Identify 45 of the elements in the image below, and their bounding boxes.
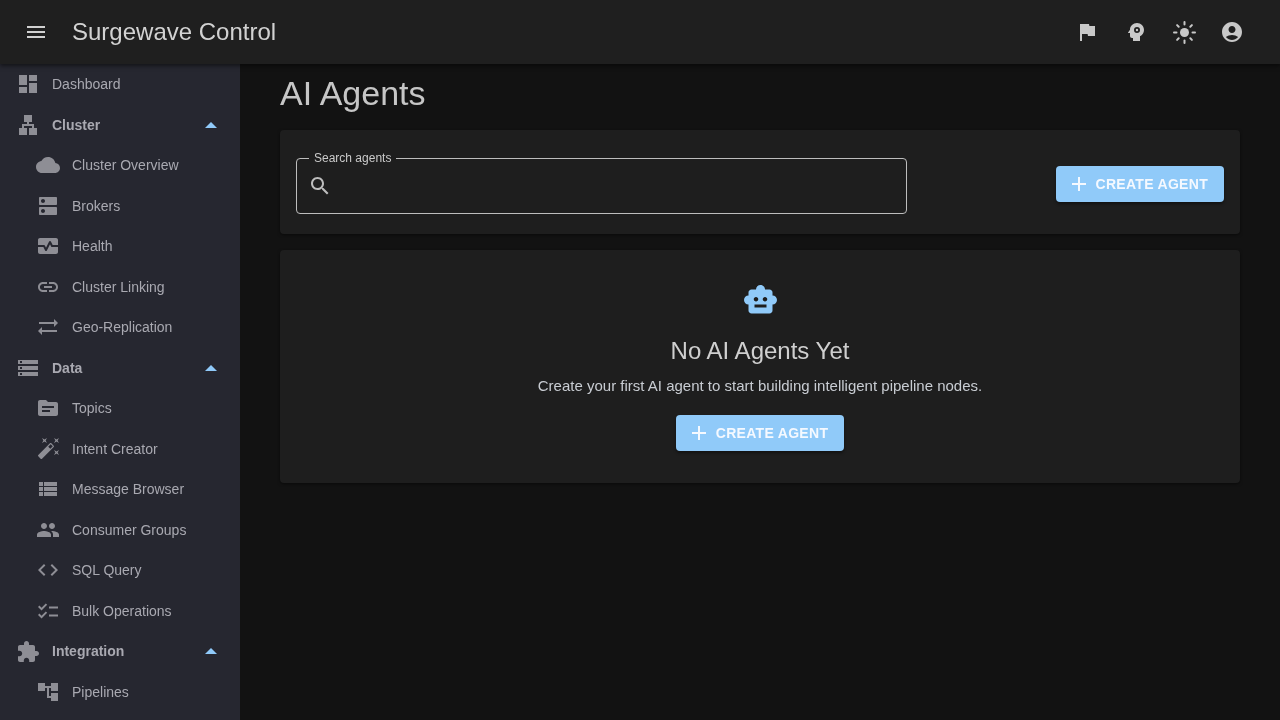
plus-icon bbox=[691, 425, 706, 440]
menu-icon[interactable] bbox=[27, 26, 45, 38]
folder-icon bbox=[38, 400, 58, 417]
server-icon bbox=[39, 196, 57, 215]
sidebar-group[interactable]: Integration bbox=[0, 631, 240, 672]
sidebar-item[interactable]: Cluster Overview bbox=[0, 145, 240, 186]
flag-icon[interactable] bbox=[1080, 23, 1096, 41]
storage-icon bbox=[18, 359, 38, 376]
sidebar-item[interactable]: Health bbox=[0, 226, 240, 267]
cloud-icon bbox=[36, 157, 60, 174]
sidebar-item[interactable]: Cluster Linking bbox=[0, 266, 240, 307]
head-gear-icon[interactable] bbox=[1128, 23, 1144, 41]
sidebar-group[interactable]: Cluster bbox=[0, 104, 240, 145]
sidebar-item[interactable]: Dashboard bbox=[0, 64, 240, 105]
app-title: Surgewave Control bbox=[72, 18, 278, 46]
sidebar-item[interactable]: Geo-Replication bbox=[0, 307, 240, 348]
page-title: AI Agents bbox=[280, 73, 427, 114]
plus-icon bbox=[1071, 177, 1086, 191]
robot-icon bbox=[743, 285, 777, 314]
sidebar-item[interactable]: Consumer Groups bbox=[0, 509, 240, 550]
empty-state-message: Create your first AI agent to start building intelligent pipeline nodes. bbox=[537, 375, 983, 396]
sidebar-item[interactable]: SQL Query bbox=[0, 550, 240, 591]
sidebar-item[interactable]: Brokers bbox=[0, 185, 240, 226]
checklist-icon bbox=[38, 603, 58, 619]
sidebar-group[interactable]: Data bbox=[0, 347, 240, 388]
sidebar-item[interactable]: Intent Creator bbox=[0, 428, 240, 469]
magic-wand-icon bbox=[37, 438, 59, 460]
pulse-monitor-icon bbox=[38, 238, 58, 255]
dashboard-icon bbox=[19, 75, 37, 94]
sun-icon[interactable] bbox=[1172, 20, 1196, 44]
search-label: Search agents bbox=[309, 150, 397, 166]
tree-diagram-icon bbox=[38, 682, 58, 701]
list-icon bbox=[39, 482, 57, 497]
search-icon bbox=[311, 177, 329, 195]
hierarchy-icon bbox=[19, 114, 37, 135]
swap-arrows-icon bbox=[38, 319, 58, 336]
empty-state-title: No AI Agents Yet bbox=[670, 335, 850, 366]
puzzle-piece-icon bbox=[17, 640, 39, 662]
people-icon bbox=[37, 522, 59, 537]
sidebar-item[interactable]: Bulk Operations bbox=[0, 590, 240, 631]
sidebar-item[interactable]: Message Browser bbox=[0, 469, 240, 510]
link-icon bbox=[38, 281, 58, 292]
sidebar-item[interactable]: Topics bbox=[0, 388, 240, 429]
code-brackets-icon bbox=[38, 564, 58, 577]
sidebar-item[interactable]: Pipelines bbox=[0, 671, 240, 712]
